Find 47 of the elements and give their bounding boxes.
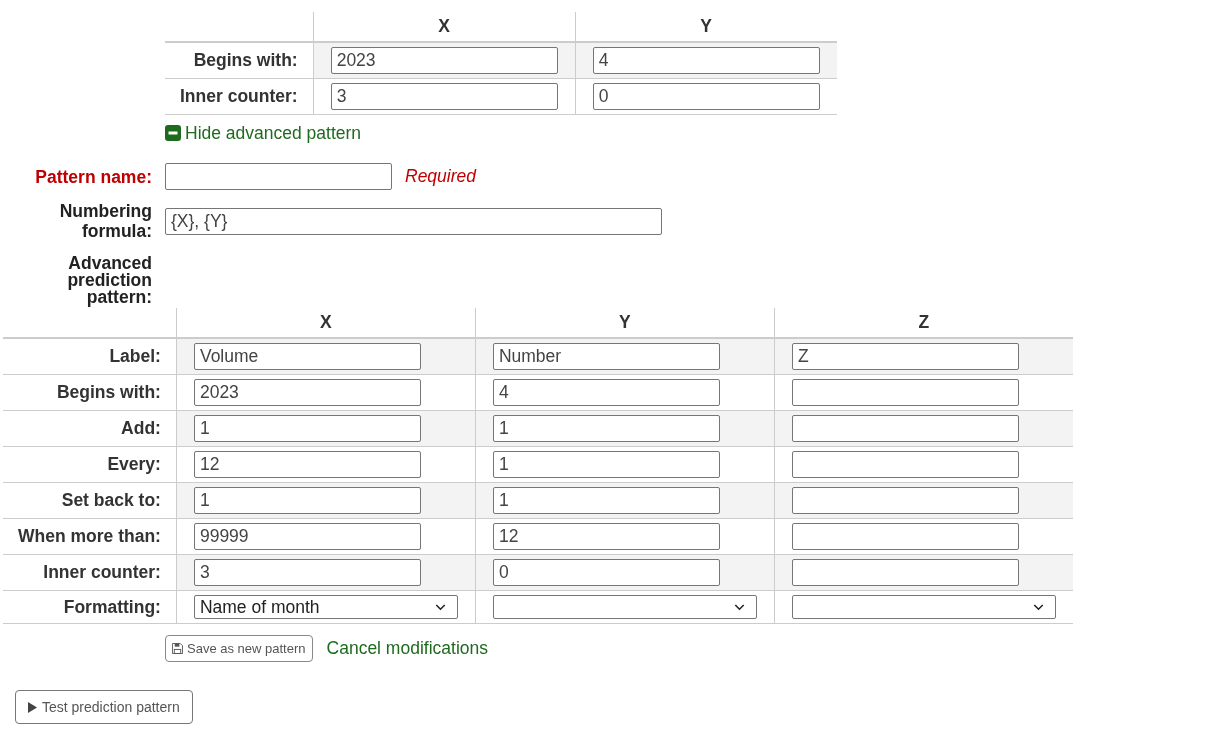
- text-field[interactable]: {X}, {Y}: [165, 207, 662, 235]
- text-field[interactable]: Number: [492, 343, 720, 370]
- row-label: Formatting:: [3, 590, 177, 624]
- row-label: Inner counter:: [165, 78, 314, 115]
- save-button[interactable]: Save as new pattern: [165, 635, 313, 662]
- text-field[interactable]: 99999: [193, 523, 421, 550]
- text-field[interactable]: 12: [193, 451, 421, 478]
- text-field[interactable]: [791, 451, 1019, 478]
- text-field[interactable]: 1: [193, 487, 421, 514]
- text-field[interactable]: [791, 379, 1019, 406]
- text-field[interactable]: 1: [492, 415, 720, 442]
- play-icon: [28, 701, 37, 713]
- text-field[interactable]: [165, 163, 392, 190]
- row-label: When more than:: [3, 518, 177, 555]
- field-label: Advanced prediction pattern:: [66, 255, 152, 306]
- chevron-down-icon: [434, 604, 446, 611]
- text-field[interactable]: [791, 487, 1019, 514]
- row-label: Every:: [3, 446, 177, 483]
- select-field[interactable]: [492, 595, 757, 619]
- select-field[interactable]: [791, 595, 1056, 619]
- field-label: Pattern name:: [34, 166, 152, 187]
- text-field[interactable]: 2023: [330, 47, 558, 74]
- text-field[interactable]: [791, 523, 1019, 550]
- text-field[interactable]: Z: [791, 343, 1019, 370]
- chevron-down-icon: [733, 604, 745, 611]
- text-field[interactable]: Volume: [193, 343, 421, 370]
- text-field[interactable]: 4: [592, 47, 820, 74]
- cancel-link[interactable]: Cancel modifications: [326, 638, 488, 659]
- text-field[interactable]: 1: [193, 415, 421, 442]
- row-label: Begins with:: [3, 374, 177, 411]
- field-label: Numbering formula:: [58, 201, 152, 241]
- test-button[interactable]: Test prediction pattern: [15, 690, 193, 724]
- text-field[interactable]: 1: [492, 487, 720, 514]
- text-field[interactable]: 0: [492, 559, 720, 586]
- text-field[interactable]: [791, 415, 1019, 442]
- text-field[interactable]: 3: [193, 559, 421, 586]
- chevron-down-icon: [1032, 604, 1044, 611]
- select-field[interactable]: Name of month: [193, 595, 458, 619]
- text-field[interactable]: 2023: [193, 379, 421, 406]
- text-field[interactable]: 3: [330, 83, 558, 110]
- required-note: Required: [405, 166, 477, 187]
- text-field[interactable]: 12: [492, 523, 720, 550]
- text-field[interactable]: 0: [592, 83, 820, 110]
- text-field[interactable]: [791, 559, 1019, 586]
- text-field[interactable]: 1: [492, 451, 720, 478]
- toggle-link[interactable]: Hide advanced pattern: [165, 122, 362, 144]
- text-field[interactable]: 4: [492, 379, 720, 406]
